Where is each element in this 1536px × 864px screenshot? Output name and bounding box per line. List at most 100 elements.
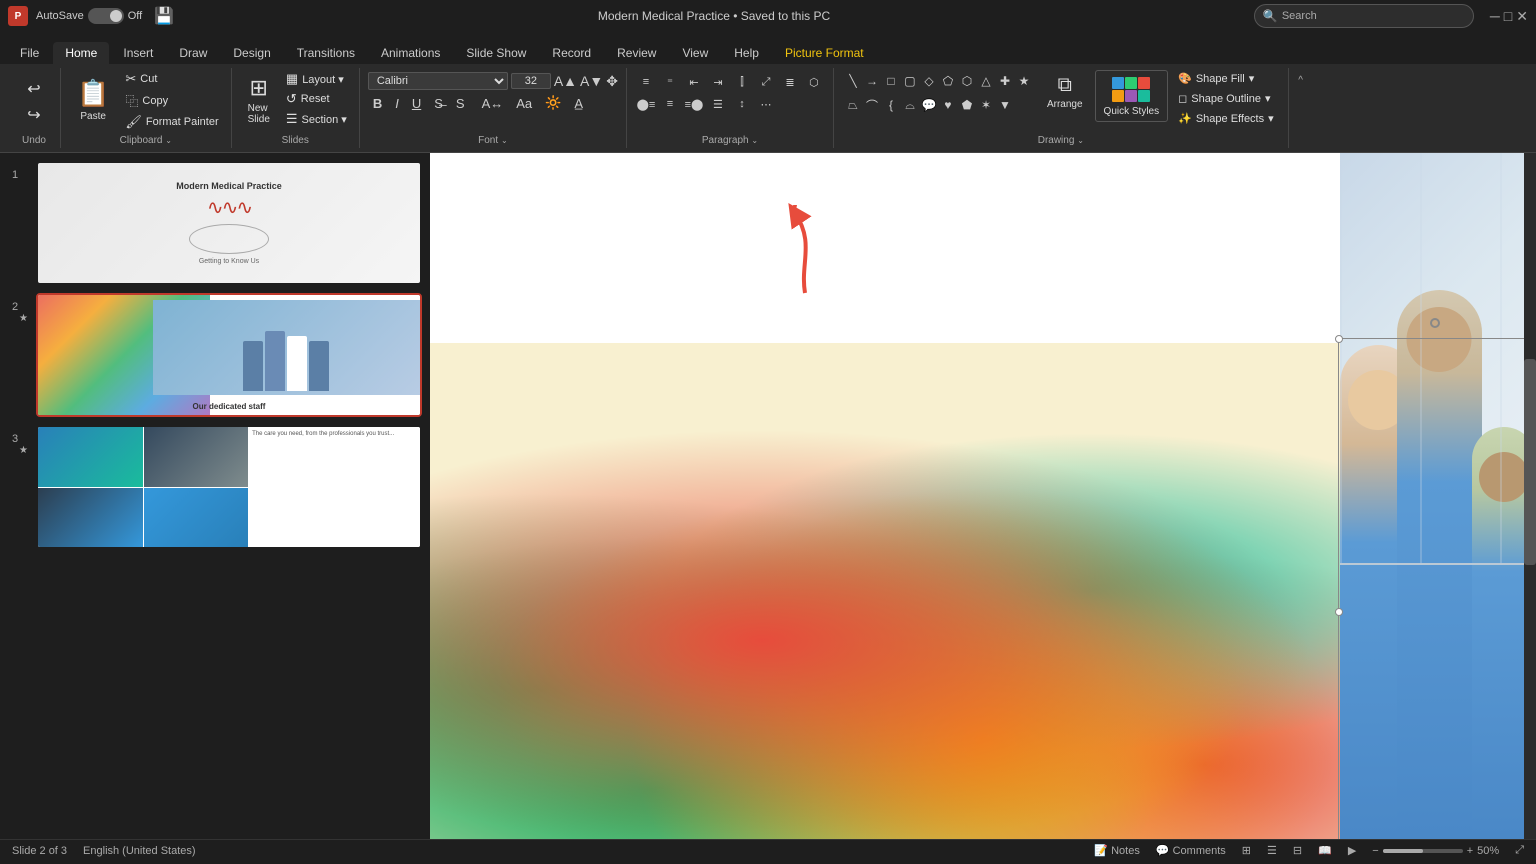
numbering-btn[interactable]: ⁼ bbox=[659, 72, 681, 92]
shape-plus[interactable]: ✚ bbox=[996, 72, 1014, 90]
copy-button[interactable]: ⿻ Copy bbox=[121, 90, 222, 111]
shape-pentagon2[interactable]: ⬟ bbox=[958, 96, 976, 114]
increase-font-btn[interactable]: A▲ bbox=[554, 73, 577, 89]
tab-design[interactable]: Design bbox=[221, 42, 282, 64]
shape-heart[interactable]: ♥ bbox=[939, 96, 957, 114]
view-slide-sorter-btn[interactable]: ⊟ bbox=[1293, 844, 1302, 857]
shape-rect[interactable]: □ bbox=[882, 72, 900, 90]
arrange-button[interactable]: ⧉ Arrange bbox=[1039, 70, 1091, 114]
slide-thumb-1[interactable]: Modern Medical Practice ∿∿∿ Getting to K… bbox=[36, 161, 422, 285]
shape-triangle[interactable]: △ bbox=[977, 72, 995, 90]
shape-arc[interactable]: ⌓ bbox=[901, 96, 919, 114]
italic-btn[interactable]: I bbox=[390, 94, 404, 113]
notes-btn[interactable]: 📝 Notes bbox=[1094, 844, 1140, 857]
tab-draw[interactable]: Draw bbox=[167, 42, 219, 64]
text-case-btn[interactable]: Aa bbox=[511, 94, 537, 113]
tab-review[interactable]: Review bbox=[605, 42, 668, 64]
tab-record[interactable]: Record bbox=[540, 42, 603, 64]
tab-picture-format[interactable]: Picture Format bbox=[773, 42, 876, 64]
shape-star6[interactable]: ✶ bbox=[977, 96, 995, 114]
font-name-select[interactable]: Calibri bbox=[368, 72, 508, 90]
shape-arrow-right[interactable]: → bbox=[863, 72, 881, 90]
para-expand-icon[interactable]: ⌄ bbox=[751, 136, 758, 145]
undo-button[interactable]: ↩ bbox=[16, 77, 52, 101]
cut-button[interactable]: ✂ Cut bbox=[121, 70, 222, 88]
bold-btn[interactable]: B bbox=[368, 94, 387, 113]
zoom-slider[interactable] bbox=[1383, 849, 1463, 853]
shape-curve[interactable]: ⌒ bbox=[863, 96, 881, 114]
clear-format-btn[interactable]: ✥ bbox=[606, 73, 618, 90]
decrease-font-btn[interactable]: A▼ bbox=[580, 73, 603, 89]
section-button[interactable]: ☰ Section ▾ bbox=[282, 110, 351, 128]
handle-ml[interactable] bbox=[1335, 608, 1343, 616]
para-more-btn[interactable]: ⋯ bbox=[755, 94, 777, 114]
format-painter-button[interactable]: 🖌 Format Painter bbox=[121, 113, 222, 131]
maximize-btn[interactable]: □ bbox=[1504, 8, 1512, 25]
shape-trapezoid[interactable]: ⏢ bbox=[844, 96, 862, 114]
clipboard-expand-icon[interactable]: ⌄ bbox=[165, 136, 172, 145]
close-btn[interactable]: ✕ bbox=[1516, 8, 1528, 25]
tab-animations[interactable]: Animations bbox=[369, 42, 452, 64]
strikethrough-btn[interactable]: S̶ bbox=[429, 94, 448, 113]
tab-slideshow[interactable]: Slide Show bbox=[454, 42, 538, 64]
tab-help[interactable]: Help bbox=[722, 42, 771, 64]
slide-thumb-3[interactable]: The care you need, from the professional… bbox=[36, 425, 422, 549]
scrollbar-thumb-v[interactable] bbox=[1524, 359, 1536, 565]
shape-brace[interactable]: { bbox=[882, 96, 900, 114]
new-slide-button[interactable]: ⊞ NewSlide bbox=[240, 70, 278, 130]
font-expand-icon[interactable]: ⌄ bbox=[501, 136, 508, 145]
font-size-input[interactable] bbox=[511, 73, 551, 89]
slideshow-btn[interactable]: ▶ bbox=[1348, 844, 1356, 857]
line-spacing-btn[interactable]: ↕ bbox=[731, 94, 753, 114]
underline-btn[interactable]: U bbox=[407, 94, 426, 113]
shape-effects-button[interactable]: ✨ Shape Effects ▾ bbox=[1172, 110, 1280, 127]
shape-more[interactable]: ▼ bbox=[996, 96, 1014, 114]
view-outline-btn[interactable]: ☰ bbox=[1267, 844, 1277, 857]
convert-smartart-btn[interactable]: ⬡ bbox=[803, 72, 825, 92]
vertical-scrollbar[interactable] bbox=[1524, 153, 1536, 839]
align-center-btn[interactable]: ≡ bbox=[659, 94, 681, 114]
reset-button[interactable]: ↺ Reset bbox=[282, 90, 351, 108]
bullets-btn[interactable]: ≡ bbox=[635, 72, 657, 92]
font-color-btn[interactable]: A̲ bbox=[569, 94, 588, 113]
rotate-handle[interactable] bbox=[1430, 318, 1440, 328]
quick-styles-button[interactable]: Quick Styles bbox=[1095, 70, 1169, 122]
paste-button[interactable]: 📋 Paste bbox=[69, 70, 117, 130]
decrease-indent-btn[interactable]: ⇤ bbox=[683, 72, 705, 92]
canvas-area[interactable] bbox=[430, 153, 1536, 839]
redo-button[interactable]: ↪ bbox=[16, 103, 52, 127]
collapse-ribbon-btn[interactable]: ^ bbox=[1293, 72, 1309, 88]
view-reading-btn[interactable]: 📖 bbox=[1318, 844, 1332, 857]
autosave-toggle[interactable] bbox=[88, 8, 124, 24]
shape-line[interactable]: ╲ bbox=[844, 72, 862, 90]
minimize-btn[interactable]: ─ bbox=[1490, 8, 1500, 25]
increase-indent-btn[interactable]: ⇥ bbox=[707, 72, 729, 92]
align-right-btn[interactable]: ≡⬤ bbox=[683, 94, 705, 114]
tab-home[interactable]: Home bbox=[53, 42, 109, 64]
shape-pentagon[interactable]: ⬠ bbox=[939, 72, 957, 90]
shadow-btn[interactable]: S bbox=[451, 94, 470, 113]
comments-btn[interactable]: 💬 Comments bbox=[1156, 844, 1226, 857]
save-icon[interactable]: 💾 bbox=[154, 6, 174, 26]
align-left-btn[interactable]: ⬤≡ bbox=[635, 94, 657, 114]
tab-file[interactable]: File bbox=[8, 42, 51, 64]
layout-button[interactable]: ▦ Layout ▾ bbox=[282, 70, 351, 88]
shape-hexagon[interactable]: ⬡ bbox=[958, 72, 976, 90]
handle-tl[interactable] bbox=[1335, 335, 1343, 343]
justify-btn[interactable]: ☰ bbox=[707, 94, 729, 114]
zoom-in-btn[interactable]: + bbox=[1467, 845, 1473, 857]
fit-screen-btn[interactable]: ⤢ bbox=[1515, 844, 1524, 857]
shape-outline-button[interactable]: ◻ Shape Outline ▾ bbox=[1172, 90, 1280, 107]
shape-callout[interactable]: 💬 bbox=[920, 96, 938, 114]
slide-thumb-2[interactable]: Our dedicated staff bbox=[36, 293, 422, 417]
highlight-btn[interactable]: 🔆 bbox=[540, 93, 566, 113]
view-normal-btn[interactable]: ⊞ bbox=[1242, 844, 1251, 857]
char-spacing-btn[interactable]: A↔ bbox=[477, 94, 509, 113]
tab-insert[interactable]: Insert bbox=[111, 42, 165, 64]
shape-fill-button[interactable]: 🎨 Shape Fill ▾ bbox=[1172, 70, 1280, 87]
drawing-expand-icon[interactable]: ⌄ bbox=[1077, 136, 1084, 145]
align-text-btn[interactable]: ≣ bbox=[779, 72, 801, 92]
search-box[interactable]: 🔍 Search bbox=[1254, 4, 1474, 28]
shape-round-rect[interactable]: ▢ bbox=[901, 72, 919, 90]
tab-view[interactable]: View bbox=[670, 42, 720, 64]
